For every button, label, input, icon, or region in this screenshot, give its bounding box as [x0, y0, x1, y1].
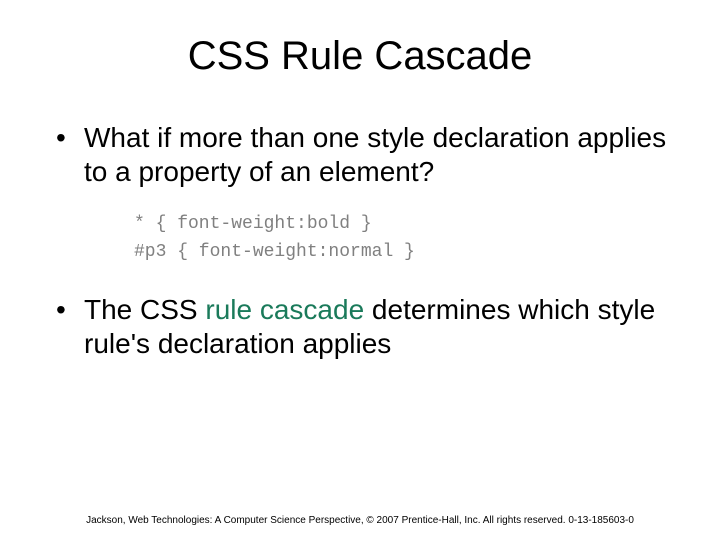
code-line-1: * { font-weight:bold } — [134, 214, 372, 234]
slide-footer: Jackson, Web Technologies: A Computer Sc… — [0, 515, 720, 526]
bullet-text-2-pre: The CSS — [84, 294, 205, 325]
bullet-item-2: The CSS rule cascade determines which st… — [56, 293, 672, 361]
bullet-list: What if more than one style declaration … — [48, 121, 672, 189]
slide: CSS Rule Cascade What if more than one s… — [0, 0, 720, 540]
bullet-list-2: The CSS rule cascade determines which st… — [48, 293, 672, 361]
code-line-2: #p3 { font-weight:normal } — [134, 242, 415, 262]
bullet-text-1: What if more than one style declaration … — [84, 122, 666, 187]
bullet-item-1: What if more than one style declaration … — [56, 121, 672, 189]
bullet-text-2-em: rule cascade — [205, 294, 364, 325]
slide-title: CSS Rule Cascade — [48, 34, 672, 79]
code-block: * { font-weight:bold } #p3 { font-weight… — [134, 211, 672, 267]
